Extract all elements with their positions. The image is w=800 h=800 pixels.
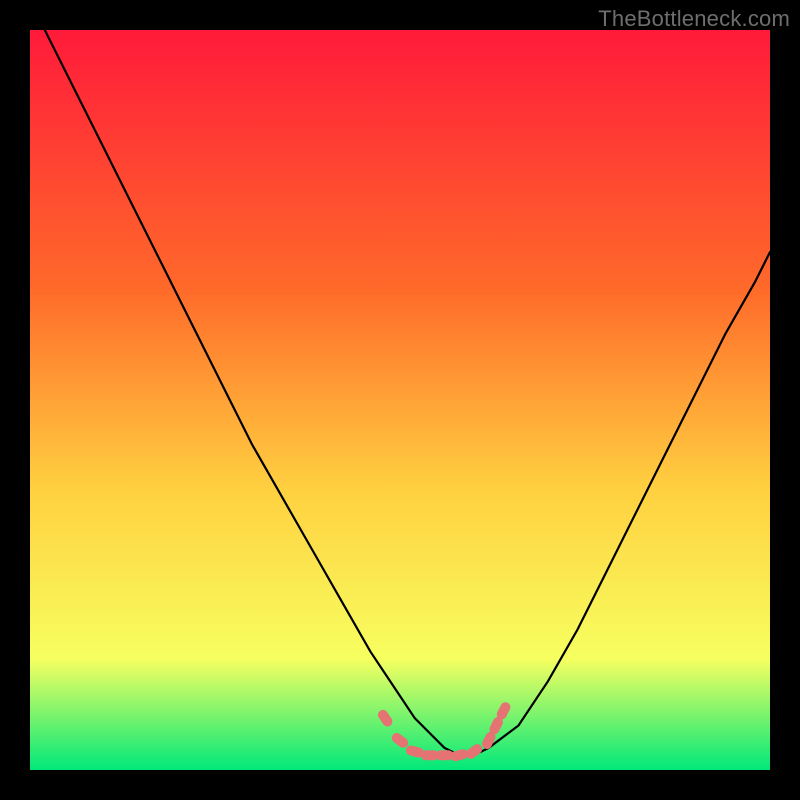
attribution-label: TheBottleneck.com bbox=[598, 6, 790, 32]
plot-area bbox=[30, 30, 770, 770]
chart-svg bbox=[30, 30, 770, 770]
gradient-background bbox=[30, 30, 770, 770]
chart-frame: TheBottleneck.com bbox=[0, 0, 800, 800]
